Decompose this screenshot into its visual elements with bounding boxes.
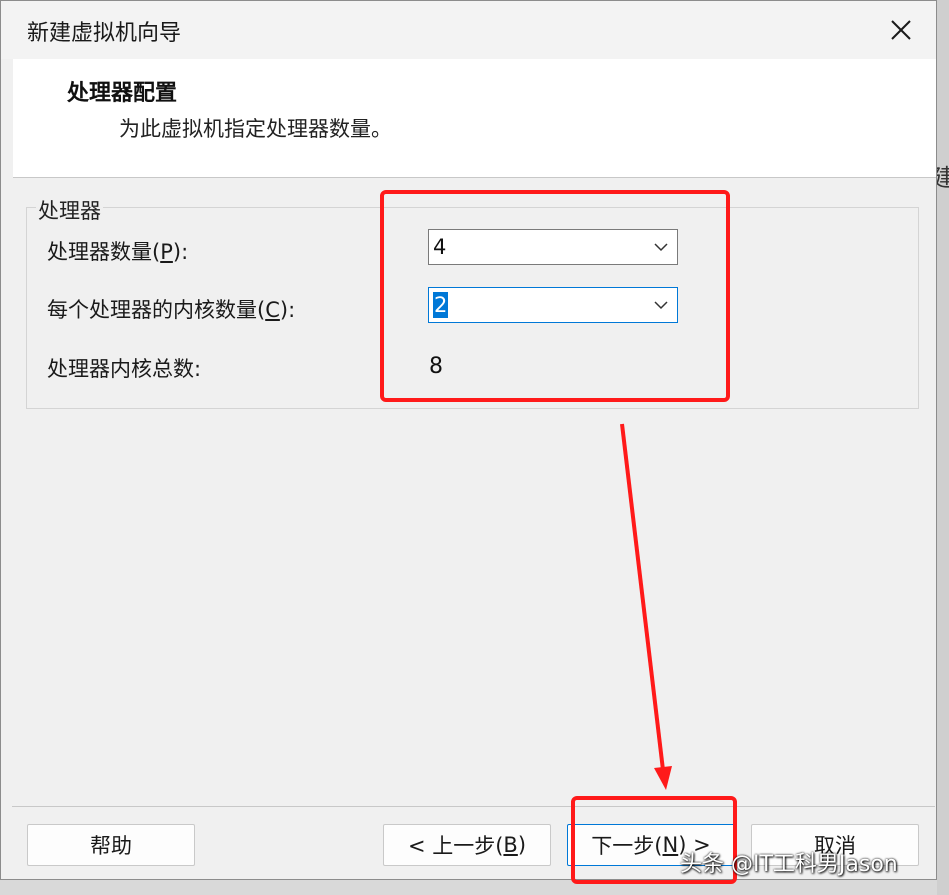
footer-divider [12,806,935,807]
total-cores-value: 8 [429,354,443,379]
page-subtitle: 为此虚拟机指定处理器数量。 [119,117,392,141]
cores-per-processor-value: 2 [433,292,449,318]
wizard-header: 处理器配置 为此虚拟机指定处理器数量。 [13,59,936,178]
total-cores-label: 处理器内核总数: [47,357,202,381]
chevron-down-icon [654,243,668,252]
cores-per-processor-select[interactable]: 2 [428,287,678,323]
processor-count-select[interactable]: 4 [428,229,678,265]
window-title: 新建虚拟机向导 [27,21,182,46]
cores-per-processor-label: 每个处理器的内核数量(C): [47,298,296,322]
close-icon [891,20,911,40]
cancel-button[interactable]: 取消 [751,824,919,866]
chevron-down-icon [654,301,668,310]
help-button[interactable]: 帮助 [27,824,195,866]
background-window-strip [937,0,949,895]
title-bar: 新建虚拟机向导 [1,1,936,59]
processor-group-legend: 处理器 [36,195,103,225]
close-button[interactable] [884,13,918,47]
back-button[interactable]: < 上一步(B) [383,824,551,866]
wizard-dialog: 新建虚拟机向导 处理器配置 为此虚拟机指定处理器数量。 [0,0,937,880]
page-title: 处理器配置 [67,81,178,106]
processor-count-value: 4 [433,235,447,259]
processor-count-label: 处理器数量(P): [47,240,189,264]
next-button[interactable]: 下一步(N) > [567,824,735,866]
